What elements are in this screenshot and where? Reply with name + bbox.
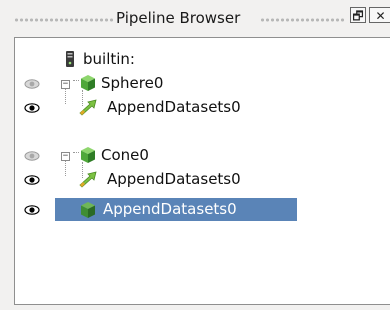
cube-source-icon xyxy=(81,75,95,91)
tree-item-label: AppendDatasets0 xyxy=(107,98,241,116)
server-icon xyxy=(66,51,74,67)
tree-item-appenddatasets-2[interactable]: AppendDatasets0 xyxy=(15,168,390,192)
panel-titlebar: Pipeline Browser 🗗 ✕ xyxy=(0,6,390,32)
filter-arrow-icon xyxy=(79,99,97,116)
tree-root-label: builtin: xyxy=(83,50,135,68)
tree-item-appenddatasets-selected[interactable]: AppendDatasets0 xyxy=(15,198,390,222)
pipeline-tree[interactable]: builtin: − Sphere0 AppendDatasets0 − Con… xyxy=(14,37,390,305)
expand-toggle-icon[interactable]: − xyxy=(61,80,70,89)
cube-source-icon xyxy=(81,202,95,218)
tree-root-row[interactable]: builtin: xyxy=(15,48,390,72)
tree-item-label: AppendDatasets0 xyxy=(103,200,237,218)
panel-title: Pipeline Browser xyxy=(116,9,241,27)
expand-toggle-icon[interactable]: − xyxy=(61,152,70,161)
eye-visible-icon[interactable] xyxy=(24,204,40,216)
tree-item-label: Sphere0 xyxy=(101,74,164,92)
titlebar-grip-right xyxy=(260,18,344,22)
tree-item-label: Cone0 xyxy=(101,146,149,164)
float-button[interactable]: 🗗 xyxy=(350,7,366,23)
eye-hidden-icon[interactable] xyxy=(24,150,40,162)
tree-item-cone0[interactable]: − Cone0 xyxy=(15,144,390,168)
tree-item-appenddatasets-1[interactable]: AppendDatasets0 xyxy=(15,96,390,120)
filter-arrow-icon xyxy=(79,171,97,188)
tree-item-label: AppendDatasets0 xyxy=(107,170,241,188)
cube-source-icon xyxy=(81,147,95,163)
eye-visible-icon[interactable] xyxy=(24,102,40,114)
titlebar-grip-left xyxy=(14,18,114,22)
close-button[interactable]: ✕ xyxy=(369,7,390,23)
eye-hidden-icon[interactable] xyxy=(24,78,40,90)
eye-visible-icon[interactable] xyxy=(24,174,40,186)
tree-item-sphere0[interactable]: − Sphere0 xyxy=(15,72,390,96)
